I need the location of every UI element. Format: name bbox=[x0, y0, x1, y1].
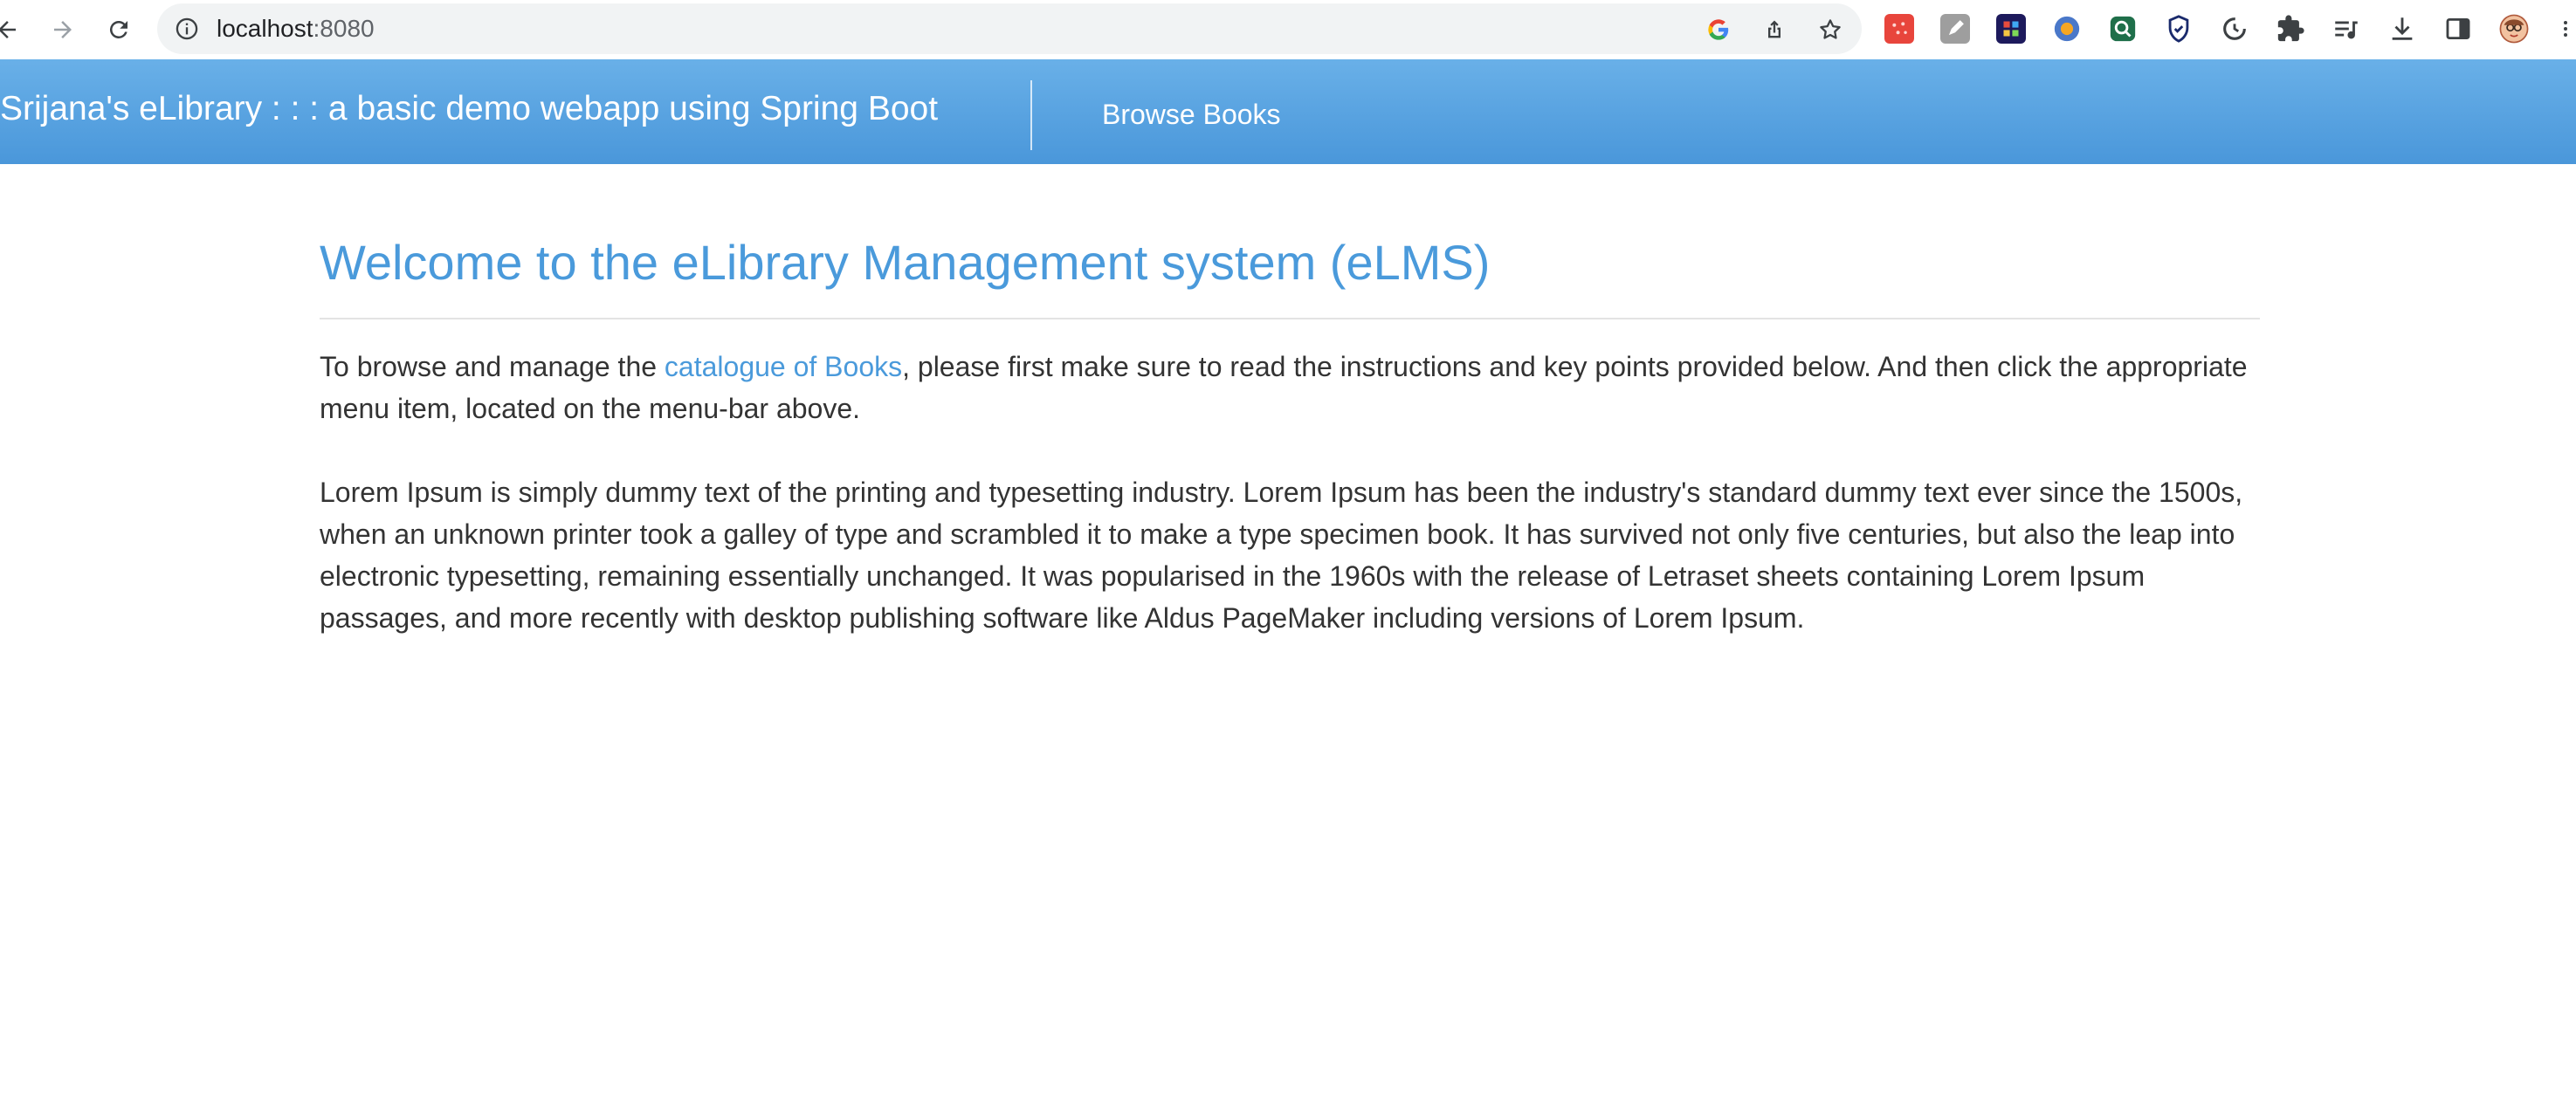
side-panel-icon[interactable] bbox=[2443, 14, 2473, 44]
lorem-paragraph: Lorem Ipsum is simply dummy text of the … bbox=[320, 477, 2243, 634]
extension-grid-icon[interactable] bbox=[1996, 14, 2026, 44]
url-host: localhost bbox=[217, 15, 313, 42]
url-port: :8080 bbox=[313, 15, 375, 42]
reload-button[interactable] bbox=[100, 10, 138, 49]
forward-arrow-icon bbox=[54, 21, 72, 38]
brand-link[interactable]: Srijana's eLibrary : : : a basic demo we… bbox=[0, 89, 938, 129]
extension-tomato-icon[interactable] bbox=[1884, 14, 1914, 44]
navbar-divider bbox=[1030, 80, 1032, 150]
browser-toolbar: localhost:8080 bbox=[0, 0, 2576, 59]
app-navbar: Srijana's eLibrary : : : a basic demo we… bbox=[0, 59, 2576, 164]
extensions-puzzle-icon[interactable] bbox=[2276, 14, 2305, 44]
intro-paragraph: To browse and manage the catalogue of Bo… bbox=[320, 346, 2260, 429]
download-icon[interactable] bbox=[2387, 14, 2417, 44]
browse-books-link[interactable]: Browse Books bbox=[1102, 98, 1281, 131]
info-icon[interactable] bbox=[175, 17, 199, 41]
main-content: Welcome to the eLibrary Management syste… bbox=[320, 164, 2260, 639]
share-icon[interactable] bbox=[1760, 16, 1788, 44]
back-arrow-icon bbox=[0, 21, 16, 38]
google-icon[interactable] bbox=[1705, 16, 1732, 44]
intro-text-before: To browse and manage the bbox=[320, 351, 665, 382]
extension-magnifier-icon[interactable] bbox=[2108, 14, 2138, 44]
bookmark-star-icon[interactable] bbox=[1816, 16, 1844, 44]
url-text: localhost:8080 bbox=[217, 16, 375, 42]
reading-list-icon[interactable] bbox=[2331, 14, 2361, 44]
catalogue-link[interactable]: catalogue of Books bbox=[665, 351, 902, 382]
title-divider bbox=[320, 318, 2260, 319]
extension-editor-icon[interactable] bbox=[1940, 14, 1970, 44]
page-title: Welcome to the eLibrary Management syste… bbox=[320, 235, 1491, 290]
extension-shield-icon[interactable] bbox=[2164, 14, 2194, 44]
profile-avatar-icon[interactable] bbox=[2499, 14, 2529, 44]
extension-sync-icon[interactable] bbox=[2220, 14, 2249, 44]
forward-button[interactable] bbox=[44, 10, 82, 49]
address-bar[interactable]: localhost:8080 bbox=[157, 3, 1862, 54]
menu-overflow-icon[interactable] bbox=[2555, 14, 2576, 44]
extension-circle-icon[interactable] bbox=[2052, 14, 2082, 44]
reload-icon bbox=[109, 20, 127, 38]
back-button[interactable] bbox=[0, 10, 26, 49]
